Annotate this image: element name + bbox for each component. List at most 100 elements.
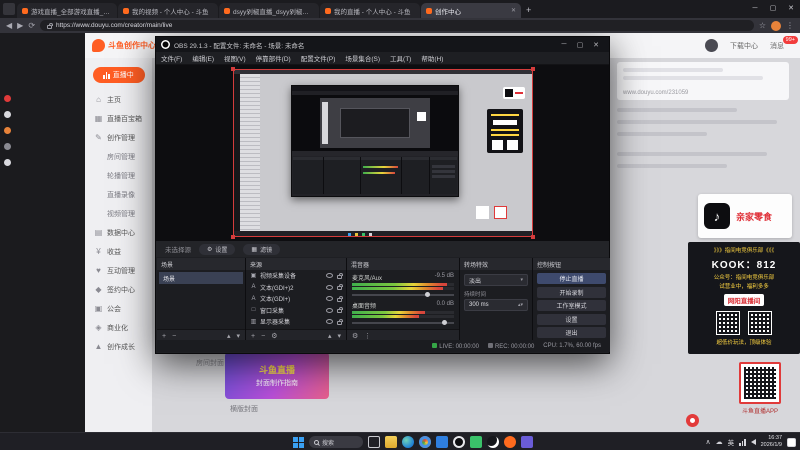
menu-profile[interactable]: 配置文件(P) [296, 53, 341, 63]
visibility-eye-icon[interactable] [326, 319, 333, 325]
selection-handle[interactable] [231, 235, 235, 239]
sidebar-item-toolbox[interactable]: ▦ 直播百宝箱 [85, 109, 152, 128]
rail-icon[interactable] [4, 127, 11, 134]
selection-handle[interactable] [531, 235, 535, 239]
start-recording-button[interactable]: 开始录制 [537, 286, 606, 298]
slider-knob[interactable] [441, 320, 447, 325]
sidebar-item-data-center[interactable]: ▤ 数据中心 [85, 223, 152, 242]
remove-source-icon[interactable]: − [261, 333, 265, 340]
browser-tab-3[interactable]: dsyy剁椒直播_dsyy剁椒直播_dsy... [219, 3, 319, 18]
menu-scene-collection[interactable]: 场景集合(S) [340, 53, 385, 63]
source-filters-button[interactable]: ▦ 滤镜 [243, 243, 281, 255]
chrome-browser-icon[interactable] [419, 436, 431, 448]
rail-icon[interactable] [4, 159, 11, 166]
obs-minimize-icon[interactable]: ─ [556, 41, 572, 49]
scene-down-icon[interactable]: ▾ [236, 332, 240, 340]
visibility-eye-icon[interactable] [326, 284, 333, 290]
sidebar-item-guild[interactable]: ▣ 公会 [85, 299, 152, 318]
selection-handle[interactable] [531, 67, 535, 71]
lock-icon[interactable] [337, 284, 343, 291]
wechat-icon[interactable] [470, 436, 482, 448]
user-avatar[interactable] [705, 39, 718, 52]
source-properties-button[interactable]: ⚙ 设置 [199, 243, 236, 255]
clock[interactable]: 16:37 2026/1/9 [761, 435, 782, 449]
lock-icon[interactable] [337, 295, 343, 302]
mixer-gear-icon[interactable]: ⚙ [352, 332, 358, 340]
studio-mode-button[interactable]: 工作室模式 [537, 300, 606, 311]
kook-app-icon[interactable] [521, 436, 533, 448]
taskbar-search[interactable]: 搜索 [309, 436, 363, 448]
browser-tab-4[interactable]: 我的直播 - 个人中心 - 斗鱼 [320, 3, 420, 18]
settings-button[interactable]: 设置 [537, 313, 606, 325]
url-bar[interactable]: https://www.douyu.com/creator/main/live [40, 20, 754, 31]
obs-taskbar-icon[interactable] [453, 436, 465, 448]
customer-service-float-button[interactable] [686, 414, 699, 427]
sidebar-item-commerce[interactable]: ◈ 商业化 [85, 318, 152, 337]
menu-file[interactable]: 文件(F) [156, 53, 187, 63]
browser-menu-icon[interactable]: ⋮ [786, 21, 794, 30]
live-status-button[interactable]: 直播中 [92, 67, 145, 83]
bookmark-star-icon[interactable]: ☆ [759, 21, 766, 30]
source-down-icon[interactable]: ▾ [337, 332, 341, 340]
menu-view[interactable]: 视图(V) [219, 53, 251, 63]
menu-edit[interactable]: 编辑(E) [187, 53, 219, 63]
minimize-icon[interactable]: ─ [746, 0, 764, 18]
sidebar-item-carousel[interactable]: 轮播管理 [85, 166, 152, 185]
start-button[interactable] [293, 436, 304, 448]
rail-icon[interactable] [4, 95, 11, 102]
source-item-text2[interactable]: A 文本(GDI+)2 [246, 282, 346, 294]
browser-tab-1[interactable]: 游戏直播_全部游戏直播_斗鱼直播 [17, 3, 117, 18]
volume-icon[interactable] [750, 439, 756, 445]
stop-streaming-button[interactable]: 停止直播 [537, 273, 606, 284]
transition-select[interactable]: 淡出 ▾ [464, 274, 528, 286]
douyu-taskbar-icon[interactable] [504, 436, 516, 448]
obs-titlebar[interactable]: OBS 29.1.3 - 配置文件: 未命名 - 场景: 未命名 ─ ▢ ✕ [156, 37, 609, 52]
scene-up-icon[interactable]: ▴ [227, 332, 231, 340]
tab-close-icon[interactable]: ✕ [511, 7, 516, 14]
add-source-icon[interactable]: + [251, 333, 255, 340]
notification-center-icon[interactable] [787, 437, 796, 447]
source-item-text[interactable]: A 文本(GDI+) [246, 293, 346, 305]
source-properties-icon[interactable]: ⚙ [271, 332, 277, 340]
spinner-arrows-icon[interactable]: ▴▾ [518, 302, 523, 308]
obs-preview[interactable] [156, 65, 609, 241]
mixer-menu-icon[interactable]: ⋮ [364, 332, 371, 340]
file-explorer-icon[interactable] [385, 436, 397, 448]
download-center-link[interactable]: 下载中心 [730, 41, 758, 51]
source-up-icon[interactable]: ▴ [328, 332, 332, 340]
lock-icon[interactable] [337, 272, 343, 279]
sidebar-item-room-manage[interactable]: 房间管理 [85, 147, 152, 166]
edge-browser-icon[interactable] [402, 436, 414, 448]
add-scene-icon[interactable]: + [162, 333, 166, 340]
volume-slider[interactable] [352, 291, 454, 298]
source-item-window-capture[interactable]: □ 窗口采集 [246, 305, 346, 317]
selection-handle[interactable] [231, 67, 235, 71]
sources-dock-title[interactable]: 来源 [246, 258, 346, 270]
slider-knob[interactable] [425, 292, 431, 297]
lock-icon[interactable] [337, 307, 343, 314]
duration-spinner[interactable]: 300 ms ▴▾ [464, 299, 528, 311]
menu-docks[interactable]: 停靠部件(D) [251, 53, 296, 63]
source-item-camera[interactable]: ▣ 视频采集设备 [246, 270, 346, 282]
sidebar-item-interaction[interactable]: ♥ 互动管理 [85, 261, 152, 280]
obs-close-icon[interactable]: ✕ [588, 41, 604, 49]
browser-tab-2[interactable]: 我的视频 - 个人中心 - 斗鱼 [118, 3, 218, 18]
obs-maximize-icon[interactable]: ▢ [572, 41, 588, 49]
volume-slider[interactable] [352, 319, 454, 326]
remove-scene-icon[interactable]: − [172, 333, 176, 340]
scenes-dock-title[interactable]: 场景 [157, 258, 245, 270]
messages-link[interactable]: 消息 99+ [770, 35, 798, 51]
visibility-eye-icon[interactable] [326, 273, 333, 279]
visibility-eye-icon[interactable] [326, 296, 333, 302]
exit-button[interactable]: 退出 [537, 327, 606, 338]
transitions-dock-title[interactable]: 转场特效 [460, 258, 532, 270]
refresh-icon[interactable]: ⟳ [28, 21, 35, 30]
forward-icon[interactable]: ▶ [17, 21, 23, 30]
douyu-logo[interactable]: 斗鱼创作中心 [92, 39, 156, 52]
menu-tools[interactable]: 工具(T) [385, 53, 416, 63]
rail-icon[interactable] [4, 143, 11, 150]
microsoft-store-icon[interactable] [436, 436, 448, 448]
sidebar-item-creation[interactable]: ✎ 创作管理 [85, 128, 152, 147]
sidebar-item-revenue[interactable]: ¥ 收益 [85, 242, 152, 261]
sidebar-item-home[interactable]: ⌂ 主页 [85, 90, 152, 109]
